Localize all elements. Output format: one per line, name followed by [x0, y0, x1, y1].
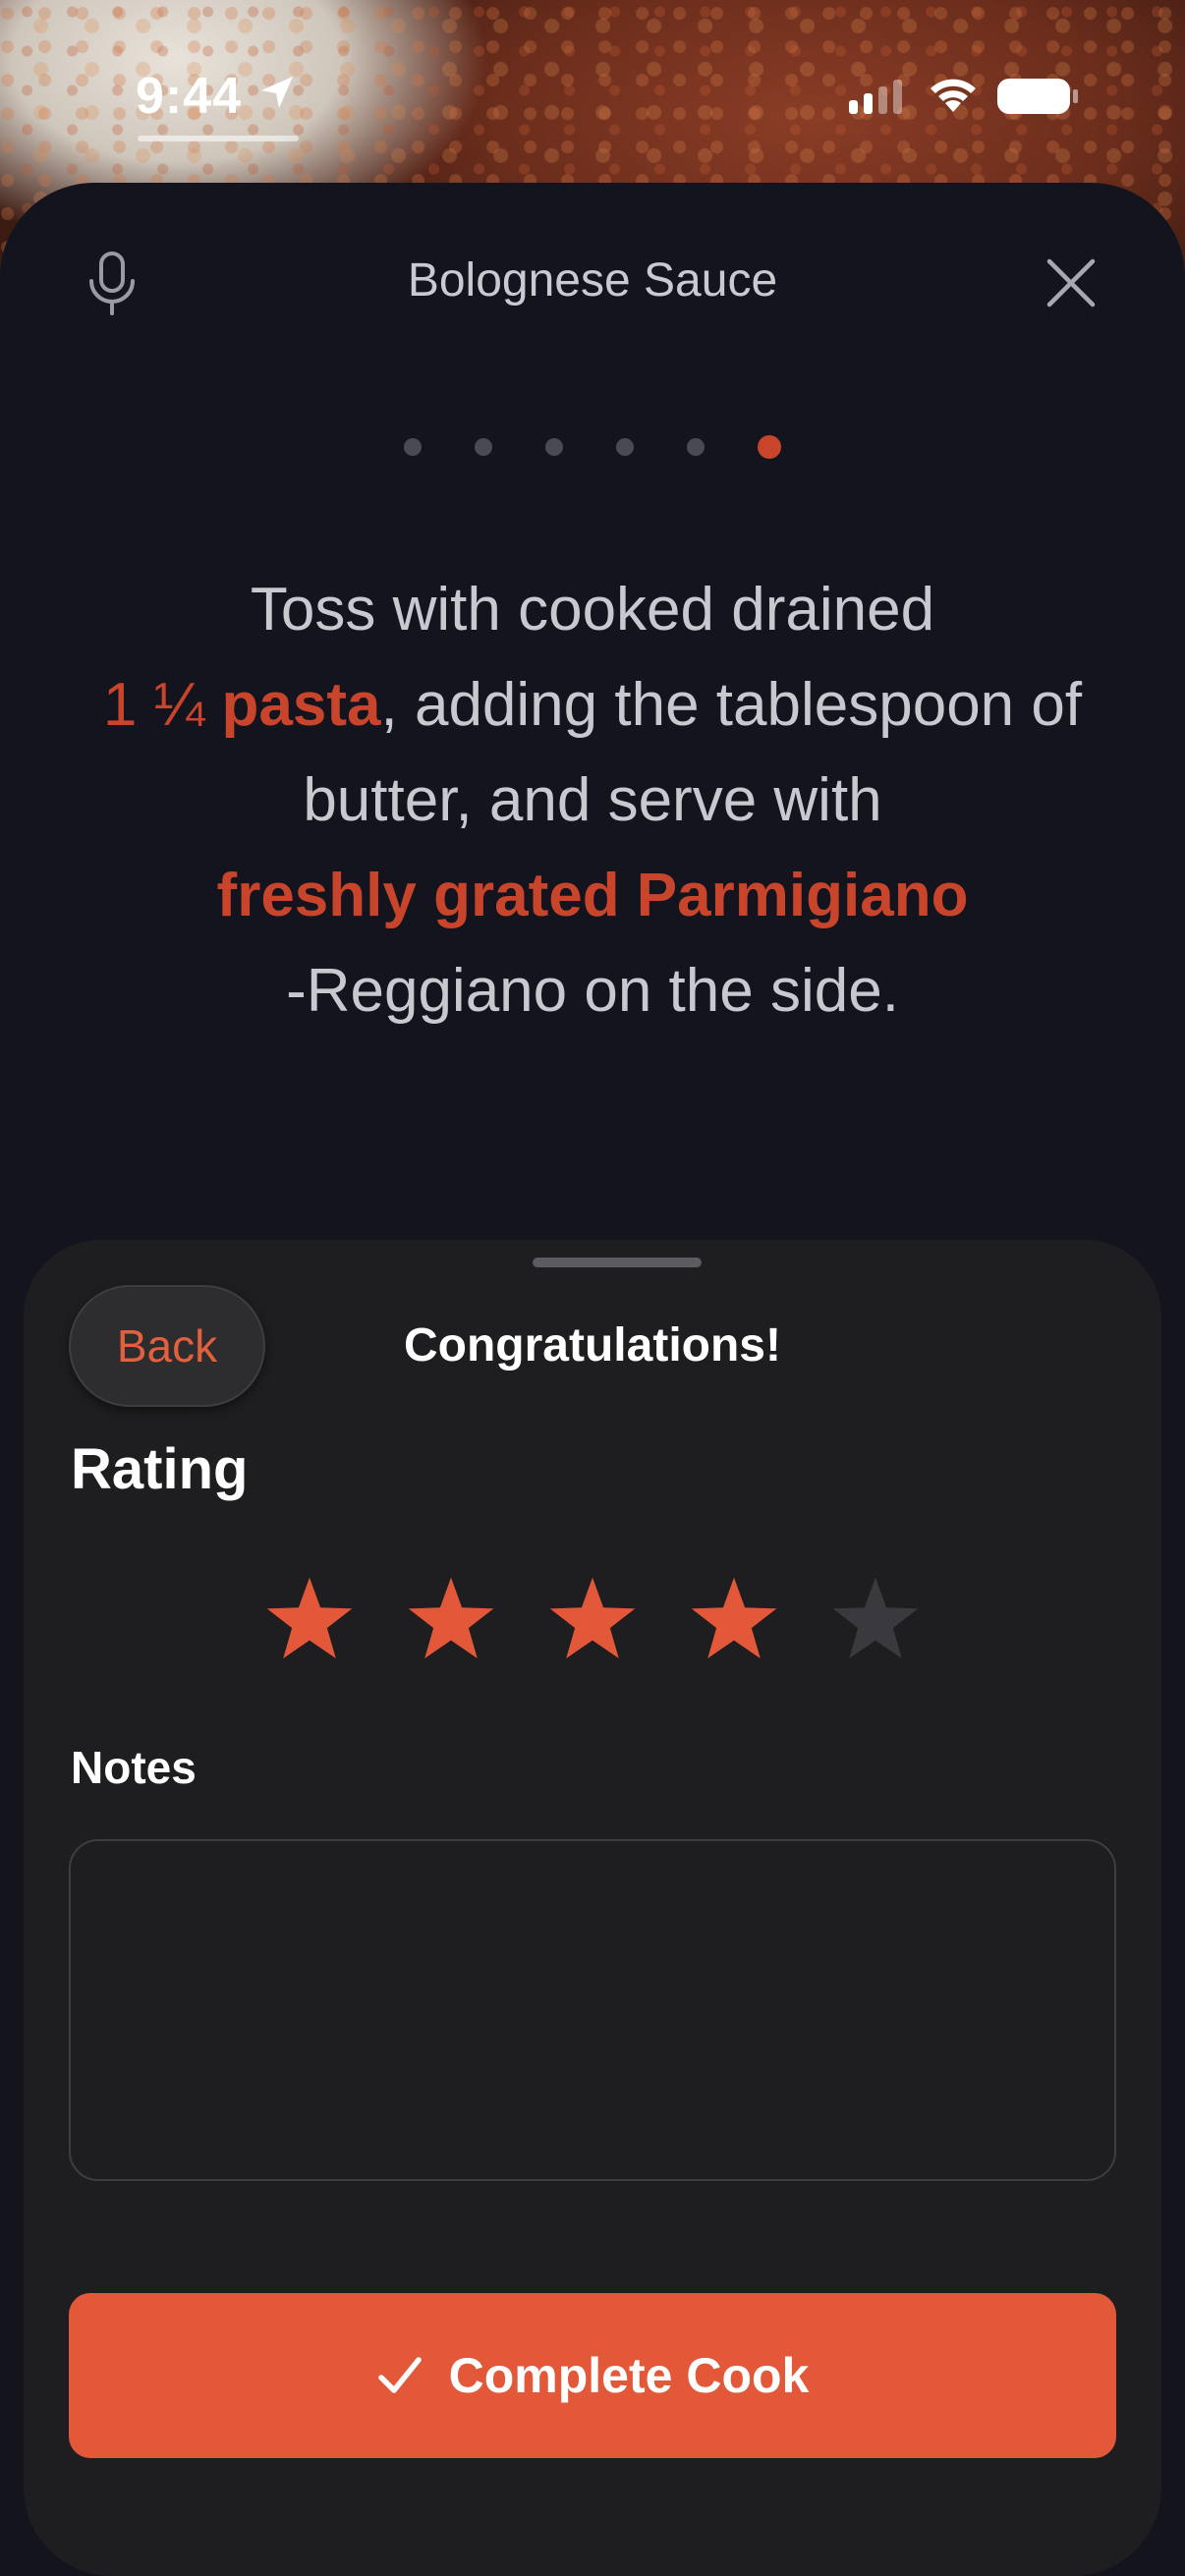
star-icon[interactable] [546, 1574, 639, 1666]
step-dot[interactable] [545, 438, 563, 456]
instruction-text: Toss with cooked drained [250, 576, 935, 644]
wifi-icon [931, 79, 976, 112]
cellular-signal-icon [849, 80, 902, 114]
status-time: 9:44 [136, 68, 243, 125]
location-arrow-icon [261, 77, 293, 108]
ingredient-parmigiano[interactable]: freshly grated Parmigiano [217, 862, 969, 929]
star-icon[interactable] [263, 1574, 356, 1666]
star-icon[interactable] [405, 1574, 497, 1666]
sheet-title: Congratulations! [404, 1319, 781, 1372]
checkmark-icon [377, 2357, 422, 2393]
step-dot[interactable] [616, 438, 634, 456]
ingredient-quantity: 1 ¼ [102, 671, 205, 739]
screen: 9:44 Bolognese Sauce Toss with cooked dr… [0, 0, 1185, 2576]
complete-cook-button[interactable]: Complete Cook [69, 2293, 1116, 2458]
step-instruction: Toss with cooked drained 1 ¼ pasta, addi… [59, 562, 1126, 1038]
instruction-text: , adding the tablespoon of butter, and s… [303, 671, 1083, 834]
step-pagination-dots [0, 432, 1185, 462]
step-dot[interactable] [758, 435, 781, 459]
step-dot[interactable] [475, 438, 492, 456]
star-icon[interactable] [829, 1574, 922, 1666]
step-dot[interactable] [404, 438, 422, 456]
top-indicator [138, 136, 299, 141]
ingredient-pasta[interactable]: pasta [222, 671, 381, 739]
status-bar: 9:44 [0, 0, 1185, 157]
star-rating[interactable] [24, 1574, 1161, 1672]
star-icon[interactable] [688, 1574, 780, 1666]
completion-sheet: Back Congratulations! Rating Notes Compl… [24, 1240, 1161, 2576]
sheet-grabber[interactable] [533, 1258, 702, 1267]
recipe-title: Bolognese Sauce [407, 254, 778, 307]
battery-icon [997, 79, 1078, 114]
notes-label: Notes [71, 1742, 197, 1793]
complete-cook-label: Complete Cook [448, 2348, 810, 2403]
close-icon[interactable] [1044, 255, 1099, 310]
instruction-text: -Reggiano on the side. [286, 957, 899, 1025]
rating-label: Rating [71, 1437, 249, 1501]
step-dot[interactable] [687, 438, 705, 456]
notes-field[interactable] [69, 1839, 1116, 2181]
